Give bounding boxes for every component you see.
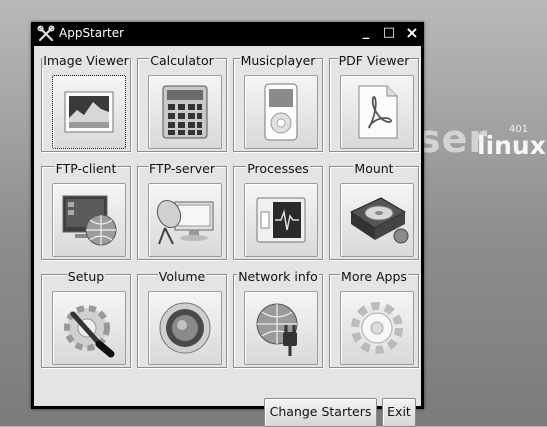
close-button[interactable]: × xyxy=(404,25,420,41)
pdf-viewer-icon xyxy=(358,85,398,139)
change-starters-button[interactable]: Change Starters xyxy=(264,398,377,427)
setup-button[interactable] xyxy=(52,291,126,365)
starter-label: Network info xyxy=(237,269,319,284)
starter-group-image-viewer: Image Viewer xyxy=(41,52,131,152)
starter-label: Setup xyxy=(66,269,106,284)
processes-button[interactable] xyxy=(244,183,318,257)
calculator-button[interactable] xyxy=(148,75,222,149)
calculator-icon xyxy=(162,85,208,139)
starter-label: FTP-server xyxy=(148,161,216,176)
tools-icon xyxy=(37,25,55,42)
starter-label: Calculator xyxy=(149,53,215,68)
starter-label: Mount xyxy=(353,161,395,176)
starter-group-ftp-client: FTP-client xyxy=(41,160,131,260)
music-player-button[interactable] xyxy=(244,75,318,149)
starter-group-mount: Mount xyxy=(329,160,419,260)
starter-label: FTP-client xyxy=(54,161,118,176)
network-info-icon xyxy=(256,303,298,356)
mount-button[interactable] xyxy=(340,183,414,257)
window-title: AppStarter xyxy=(59,26,125,40)
network-info-button[interactable] xyxy=(244,291,318,365)
starter-label: More Apps xyxy=(340,269,408,284)
starter-label: Processes xyxy=(246,161,310,176)
image-viewer-icon xyxy=(64,91,114,133)
ftp-server-button[interactable] xyxy=(148,183,222,257)
more-apps-icon xyxy=(351,302,403,354)
starter-label: Musicplayer xyxy=(239,53,317,68)
maximize-button[interactable]: □ xyxy=(381,25,397,41)
processes-icon xyxy=(256,197,306,243)
volume-button[interactable] xyxy=(148,291,222,365)
starter-group-pdf-viewer: PDF Viewer xyxy=(329,52,419,152)
music-player-icon xyxy=(264,83,298,141)
starter-group-calculator: Calculator xyxy=(137,52,227,152)
appstarter-window: AppStarter _ □ × Image Viewer Calculator xyxy=(31,22,424,427)
ftp-client-button[interactable] xyxy=(52,183,126,257)
minimize-button[interactable]: _ xyxy=(358,25,374,41)
starter-group-ftp-server: FTP-server xyxy=(137,160,227,260)
starter-label: Image Viewer xyxy=(42,53,130,68)
starter-label: Volume xyxy=(157,269,207,284)
volume-icon xyxy=(159,302,211,354)
starter-group-volume: Volume xyxy=(137,268,227,368)
setup-icon xyxy=(64,305,115,358)
starter-label: PDF Viewer xyxy=(337,53,411,68)
pdf-viewer-button[interactable] xyxy=(340,75,414,149)
ftp-client-icon xyxy=(62,195,117,246)
image-viewer-button[interactable] xyxy=(52,75,126,149)
more-apps-button[interactable] xyxy=(340,291,414,365)
ftp-server-icon xyxy=(156,199,214,245)
starter-group-processes: Processes xyxy=(233,160,323,260)
starter-group-setup: Setup xyxy=(41,268,131,368)
starter-group-musicplayer: Musicplayer xyxy=(233,52,323,152)
starter-group-network-info: Network info xyxy=(233,268,323,368)
mount-icon xyxy=(349,197,409,244)
starter-group-more-apps: More Apps xyxy=(329,268,419,368)
title-bar[interactable]: AppStarter _ □ × xyxy=(31,22,424,46)
brand-linux-text: linux xyxy=(477,131,546,160)
starter-panel: Image Viewer Calculator Musicplayer PDF … xyxy=(34,46,421,427)
exit-button[interactable]: Exit xyxy=(382,398,416,427)
